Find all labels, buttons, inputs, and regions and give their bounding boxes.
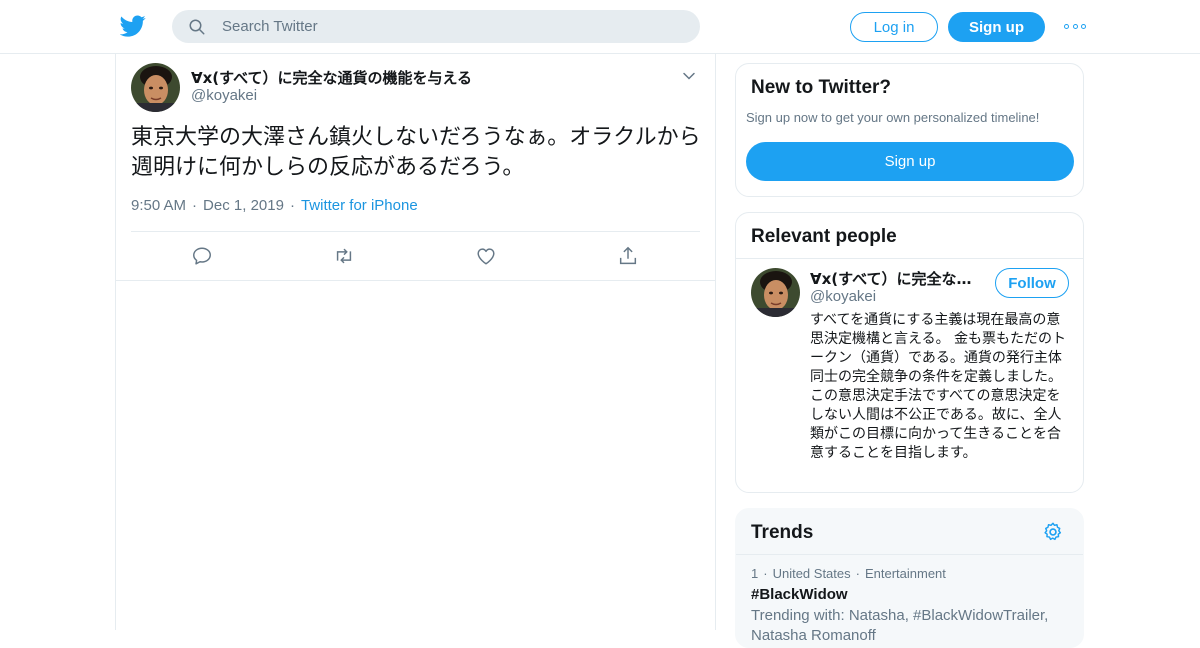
person-bio: すべてを通貨にする主義は現在最高の意思決定機構と言える。 金も票もただのトークン… [810, 312, 1067, 461]
person-name[interactable]: ∀x(すべて）に完全な通… [810, 268, 985, 289]
dot [1081, 23, 1086, 29]
separator: · [855, 566, 860, 581]
tweet-text: 東京大学の大澤さん鎮火しないだろうなぁ。オラクルから週明けに何かしらの反応がある… [131, 125, 701, 180]
gear-icon[interactable] [1042, 521, 1064, 543]
search-bar[interactable] [172, 10, 700, 43]
tweet-time[interactable]: 9:50 AM [131, 197, 186, 214]
author-handle[interactable]: @koyakei [191, 87, 257, 104]
signup-cta-button[interactable]: Sign up [746, 142, 1074, 181]
divider [736, 554, 1083, 555]
card-title: New to Twitter? [751, 77, 892, 98]
avatar[interactable] [131, 63, 180, 112]
follow-button[interactable]: Follow [995, 268, 1069, 298]
twitter-bird-icon[interactable] [120, 13, 146, 39]
more-dots-icon[interactable] [1064, 18, 1086, 34]
card-title: Trends [751, 522, 814, 543]
new-to-twitter-card: New to Twitter? Sign up now to get your … [735, 63, 1084, 197]
avatar-photo [751, 268, 800, 317]
trend-related: Trending with: Natasha, #BlackWidowTrail… [751, 607, 1049, 644]
separator: · [763, 566, 768, 581]
divider [131, 231, 700, 232]
tweet: ∀x(すべて）に完全な通貨の機能を与える @koyakei 東京大学の大澤さん鎮… [116, 53, 715, 281]
top-nav: Log in Sign up [0, 0, 1200, 54]
trend-category: Entertainment [864, 566, 946, 581]
author-name[interactable]: ∀x(すべて）に完全な通貨の機能を与える [191, 67, 472, 88]
signup-button[interactable]: Sign up [948, 12, 1045, 42]
avatar[interactable] [751, 268, 800, 317]
card-title: Relevant people [751, 226, 897, 247]
tweet-source[interactable]: Twitter for iPhone [301, 197, 418, 214]
avatar-photo [131, 63, 180, 112]
trend-location: United States [772, 566, 851, 581]
dot [1064, 23, 1069, 29]
retweet-icon[interactable] [333, 245, 355, 267]
like-icon[interactable] [475, 245, 497, 267]
share-icon[interactable] [617, 245, 639, 267]
tweet-date[interactable]: Dec 1, 2019 [203, 197, 284, 214]
separator: · [192, 197, 198, 214]
login-button[interactable]: Log in [850, 12, 938, 42]
relevant-people-card: Relevant people ∀x(すべて）に完全な通… @koyakei F… [735, 212, 1084, 493]
reply-icon[interactable] [191, 245, 213, 267]
trend-meta: 1 · United States · Entertainment [751, 566, 946, 581]
trend-rank: 1 [751, 566, 759, 581]
divider [736, 258, 1083, 259]
main-column: ∀x(すべて）に完全な通貨の機能を与える @koyakei 東京大学の大澤さん鎮… [115, 53, 716, 630]
search-icon [189, 19, 205, 34]
tweet-meta: 9:50 AM · Dec 1, 2019 · Twitter for iPhone [131, 197, 418, 214]
person-handle[interactable]: @koyakei [810, 288, 876, 305]
card-description: Sign up now to get your own personalized… [746, 110, 1040, 125]
search-input[interactable] [220, 17, 664, 36]
dot [1072, 23, 1078, 29]
chevron-down-icon[interactable] [682, 69, 696, 83]
trends-card: Trends 1 · United States · Entertainment #Bl… [735, 508, 1084, 648]
trend-name[interactable]: #BlackWidow [751, 586, 848, 603]
separator: · [289, 197, 295, 214]
